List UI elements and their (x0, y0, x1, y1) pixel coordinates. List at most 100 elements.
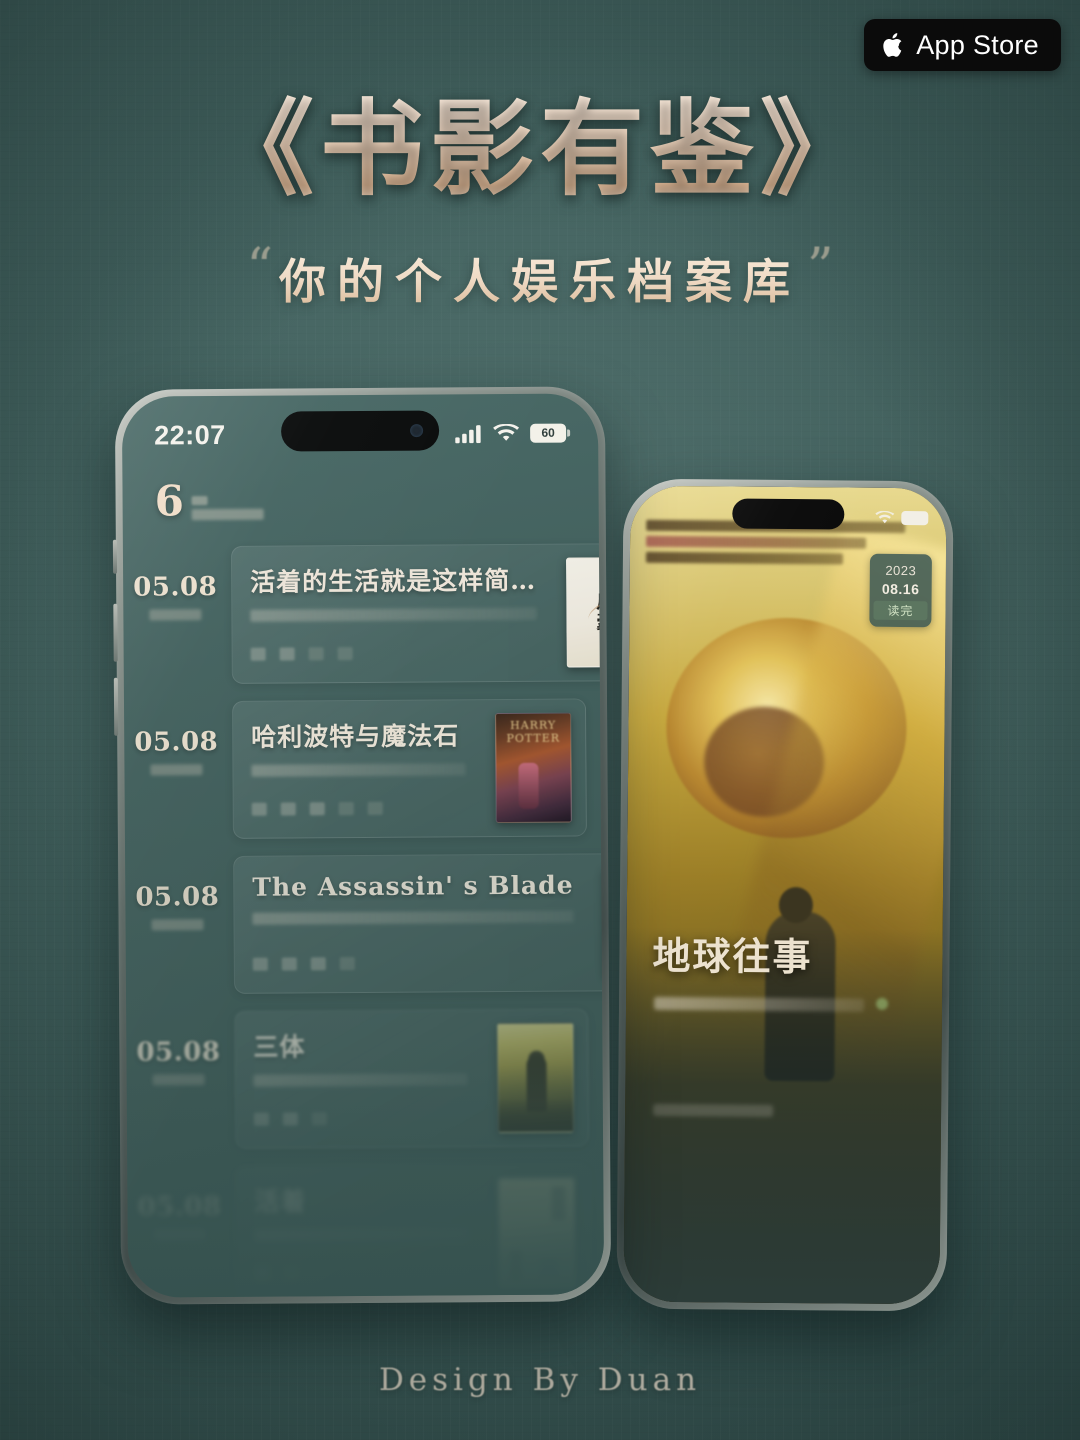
apple-logo-icon (883, 33, 902, 57)
tag-chip (339, 957, 355, 971)
list-item[interactable]: 05.08 哈利波特与魔法石 HARRY POTTER (124, 698, 587, 856)
cover-shape (509, 1250, 523, 1281)
cover-figure-shape (518, 762, 539, 809)
phone-front-screen: 22:07 60 6 05.08 活着的生活就是这样简… 皮囊 05.08 哈利… (121, 393, 605, 1298)
tag-chip (250, 647, 266, 661)
tag-chip (254, 1267, 271, 1281)
phone-volume-down-button[interactable] (113, 677, 119, 736)
entry-card[interactable]: 哈利波特与魔法石 HARRY POTTER (231, 698, 587, 839)
tag-chip (281, 957, 297, 971)
header-meta-line (191, 508, 264, 521)
entry-subtitle-placeholder (250, 607, 537, 622)
book-cover-thumbnail[interactable]: SARAH J. MAAS THE ASSASSIN'S BLADE (603, 866, 605, 978)
list-item[interactable]: 05.08 三体 (126, 1008, 590, 1166)
book-detail-status-dot (876, 997, 889, 1010)
book-detail-subtitle-placeholder (653, 996, 865, 1012)
entry-tags (252, 957, 355, 971)
cover-shape (551, 1186, 566, 1221)
app-store-label: App Store (916, 29, 1039, 60)
app-store-badge[interactable]: App Store (864, 19, 1061, 71)
book-detail-meta-placeholder (653, 1103, 774, 1117)
tag-chip (283, 1267, 300, 1281)
tag-chip (279, 647, 295, 661)
list-item[interactable]: 05.08 活着的生活就是这样简… 皮囊 (123, 542, 605, 701)
tag-chip (309, 802, 325, 816)
phone-mockup-front: 22:07 60 6 05.08 活着的生活就是这样简… 皮囊 05.08 哈利… (112, 386, 612, 1305)
book-detail-title: 地球往事 (652, 932, 813, 980)
cover-top-text: HARRY POTTER (506, 718, 561, 745)
phone-mockup-back: 2023 08.16 读完 地球往事 (616, 478, 954, 1312)
quote-open-mark: “ (246, 238, 273, 298)
phone-volume-up-button[interactable] (113, 603, 118, 662)
front-camera-icon (410, 424, 424, 438)
entry-tags (253, 1112, 327, 1126)
entry-date-sub-placeholder (152, 1074, 205, 1086)
entry-date: 05.08 (133, 572, 218, 603)
tag-chip (282, 1112, 298, 1126)
entry-date-column: 05.08 (124, 701, 229, 776)
entry-date-sub-placeholder (149, 609, 202, 621)
entry-title: 哈利波特与魔法石 (251, 721, 460, 752)
battery-icon: 60 (530, 423, 567, 443)
date-card-year: 2023 (885, 562, 917, 579)
poster-text-line (646, 535, 867, 549)
design-credit: Design By Duan (378, 1362, 702, 1398)
entry-tags (250, 647, 353, 661)
entry-count: 6 (154, 476, 184, 526)
phone-back-screen: 2023 08.16 读完 地球往事 (623, 485, 947, 1305)
tag-chip (252, 957, 268, 971)
entry-tags (254, 1267, 300, 1281)
book-cover-thumbnail[interactable]: 皮囊 (566, 557, 605, 668)
tag-chip (310, 957, 326, 971)
tag-chip (280, 802, 296, 816)
header-meta-line (191, 496, 208, 506)
entry-title: The Assassin' s Blade (252, 870, 574, 902)
date-card-status-badge: 读完 (873, 601, 928, 621)
entry-card[interactable]: 活着的生活就是这样简… 皮囊 (230, 542, 605, 684)
dynamic-island-back (732, 498, 845, 530)
timeline-screen: 22:07 60 6 05.08 活着的生活就是这样简… 皮囊 05.08 哈利… (121, 393, 605, 1298)
page-subtitle: 你的个人娱乐档案库 (279, 243, 801, 312)
status-bar-indicators: 60 (455, 423, 567, 443)
tag-chip (251, 802, 267, 816)
dynamic-island-front (280, 410, 440, 452)
cover-ground-shape (498, 1099, 574, 1133)
entry-date-column: 05.08 (127, 1166, 232, 1241)
entry-subtitle-placeholder (253, 1073, 468, 1087)
cover-shape (539, 1258, 559, 1279)
entry-date-column: 05.08 (125, 856, 230, 931)
phone-mute-switch[interactable] (112, 539, 118, 574)
entry-date: 05.08 (134, 727, 219, 758)
book-cover-thumbnail[interactable]: HARRY POTTER (495, 712, 572, 824)
status-bar-time: 22:07 (154, 419, 226, 450)
book-cover-thumbnail[interactable] (497, 1022, 575, 1134)
poster-text-line (645, 551, 844, 565)
entry-card[interactable]: The Assassin' s Blade SARAH J. MAAS THE … (233, 852, 605, 994)
poster-figure-head-shape (778, 886, 813, 924)
tag-chip (338, 802, 354, 816)
entry-date-sub-placeholder (150, 764, 203, 776)
entry-title: 三体 (253, 1032, 306, 1062)
entry-card[interactable]: 三体 (234, 1008, 590, 1149)
tag-chip (308, 647, 324, 661)
entry-card[interactable]: 活着 (235, 1163, 591, 1298)
entry-date: 05.08 (135, 882, 220, 913)
date-card-day: 08.16 (881, 580, 920, 597)
entry-date: 05.08 (137, 1191, 222, 1223)
entry-date-sub-placeholder (153, 1229, 206, 1241)
book-cover-thumbnail[interactable] (498, 1177, 576, 1289)
entry-date-column: 05.08 (126, 1011, 231, 1086)
entry-date-column: 05.08 (123, 546, 228, 621)
tag-chip (253, 1112, 269, 1126)
timeline-header: 6 (154, 476, 264, 526)
entry-subtitle-placeholder (251, 763, 466, 777)
wifi-icon (493, 423, 520, 441)
list-item[interactable]: 05.08 The Assassin' s Blade (125, 852, 605, 1011)
header-meta-placeholder (191, 496, 264, 523)
battery-level-label: 60 (541, 425, 555, 440)
list-item[interactable]: 05.08 活着 (127, 1163, 591, 1298)
entry-date: 05.08 (136, 1037, 221, 1068)
timeline-list[interactable]: 05.08 活着的生活就是这样简… 皮囊 05.08 哈利波特与魔法石 HARR… (123, 542, 605, 1298)
wifi-icon (875, 510, 895, 524)
cellular-bars-icon (455, 424, 481, 443)
